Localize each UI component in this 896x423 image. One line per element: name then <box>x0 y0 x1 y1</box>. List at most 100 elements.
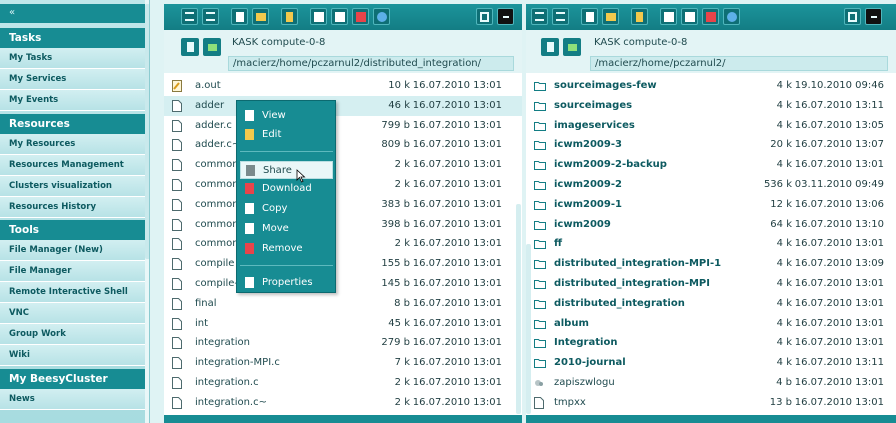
share-icon[interactable] <box>373 8 390 25</box>
context-copy-item[interactable]: Copy <box>240 200 333 218</box>
file-name[interactable]: distributed_integration <box>554 294 685 314</box>
sidebar-scrollbar[interactable] <box>145 0 149 423</box>
file-row[interactable]: album 4 k 16.07.2010 13:01 <box>526 314 896 334</box>
file-row[interactable]: integration.c~ 2 k 16.07.2010 13:01 <box>164 393 522 413</box>
file-row[interactable]: adder 46 k 16.07.2010 13:01 <box>164 95 522 116</box>
file-name[interactable]: Integration <box>554 333 617 353</box>
file-row[interactable]: final 8 b 16.07.2010 13:01 <box>164 294 522 314</box>
copy-icon[interactable] <box>660 8 677 25</box>
edit-file-icon[interactable] <box>252 8 269 25</box>
context-remove-item[interactable]: Remove <box>240 240 333 258</box>
section-tasks[interactable]: Tasks <box>0 28 146 48</box>
host-icon[interactable] <box>541 38 559 56</box>
sidebar-item-clusters-visualization[interactable]: Clusters visualization <box>0 176 146 197</box>
download-icon[interactable] <box>631 8 648 25</box>
file-name[interactable]: int <box>195 314 208 334</box>
sidebar-item-my-resources[interactable]: My Resources <box>0 134 146 155</box>
file-name[interactable]: zapiszwlogu <box>554 373 615 393</box>
file-name[interactable]: icwm2009-2 <box>554 175 622 195</box>
move-icon[interactable] <box>681 8 698 25</box>
file-name[interactable]: common <box>195 195 239 215</box>
file-row[interactable]: ff 4 k 16.07.2010 13:01 <box>526 234 896 254</box>
terminal-icon[interactable] <box>497 8 514 25</box>
file-name[interactable]: integration.c <box>195 373 259 393</box>
context-move-item[interactable]: Move <box>240 220 333 238</box>
file-row[interactable]: Integration 4 k 16.07.2010 13:01 <box>526 333 896 353</box>
file-name[interactable]: adder.c~ <box>195 135 240 155</box>
file-row[interactable]: adder.c 799 b 16.07.2010 13:01 <box>164 116 522 136</box>
file-row[interactable]: icwm2009-2 536 k 03.11.2010 09:49 <box>526 175 896 195</box>
collapse-sidebar-button[interactable]: « <box>0 4 146 23</box>
file-row[interactable]: compile 155 b 16.07.2010 13:01 <box>164 254 522 274</box>
file-name[interactable]: 2010-journal <box>554 353 626 373</box>
new-file-icon[interactable] <box>581 8 598 25</box>
sidebar-item-news[interactable]: News <box>0 389 146 410</box>
sidebar-item-group-work[interactable]: Group Work <box>0 324 146 345</box>
file-row[interactable]: tmpxx 13 b 16.07.2010 13:01 <box>526 393 896 413</box>
file-name[interactable]: a.out <box>195 76 221 96</box>
file-row[interactable]: common 383 b 16.07.2010 13:01 <box>164 195 522 215</box>
delete-icon[interactable] <box>352 8 369 25</box>
file-row[interactable]: icwm2009 64 k 16.07.2010 13:10 <box>526 215 896 235</box>
right-scrollbar[interactable] <box>526 244 531 414</box>
section-resources[interactable]: Resources <box>0 114 146 134</box>
sidebar-item-my-services[interactable]: My Services <box>0 69 146 90</box>
context-view-item[interactable]: View <box>240 107 333 125</box>
file-row[interactable]: zapiszwlogu 4 b 16.07.2010 13:01 <box>526 373 896 393</box>
file-name[interactable]: compile- <box>195 274 238 294</box>
file-name[interactable]: icwm2009-3 <box>554 135 622 155</box>
path-field[interactable]: /macierz/home/pczarnul2/distributed_inte… <box>228 56 514 71</box>
file-row[interactable]: sourceimages 4 k 16.07.2010 13:11 <box>526 96 896 116</box>
file-row[interactable]: integration-MPI.c 7 k 16.07.2010 13:01 <box>164 353 522 373</box>
file-name[interactable]: icwm2009 <box>554 215 611 235</box>
properties-view-icon[interactable] <box>844 8 861 25</box>
file-row[interactable]: sourceimages-few 4 k 19.10.2010 09:46 <box>526 76 896 96</box>
sidebar-item-file-manager[interactable]: File Manager <box>0 261 146 282</box>
file-name[interactable]: common <box>195 234 239 254</box>
move-icon[interactable] <box>331 8 348 25</box>
sidebar-item-resources-history[interactable]: Resources History <box>0 197 146 218</box>
file-row[interactable]: distributed_integration-MPI-1 4 k 16.07.20… <box>526 254 896 274</box>
file-row[interactable]: icwm2009-3 20 k 16.07.2010 13:07 <box>526 135 896 155</box>
sidebar-item-remote-interactive-shell[interactable]: Remote Interactive Shell <box>0 282 146 303</box>
left-scrollbar[interactable] <box>516 204 521 414</box>
properties-view-icon[interactable] <box>476 8 493 25</box>
file-name[interactable]: common <box>195 155 239 175</box>
file-name[interactable]: integration <box>195 333 250 353</box>
file-row[interactable]: adder.c~ 809 b 16.07.2010 13:01 <box>164 135 522 155</box>
file-name[interactable]: integration.c~ <box>195 393 267 413</box>
file-row[interactable]: integration.c 2 k 16.07.2010 13:01 <box>164 373 522 393</box>
sidebar-item-resources-management[interactable]: Resources Management <box>0 155 146 176</box>
file-row[interactable]: compile- 145 b 16.07.2010 13:01 <box>164 274 522 294</box>
file-row[interactable]: icwm2009-1 12 k 16.07.2010 13:06 <box>526 195 896 215</box>
file-name[interactable]: adder <box>195 96 224 116</box>
download-icon[interactable] <box>281 8 298 25</box>
host-icon[interactable] <box>181 38 199 56</box>
file-name[interactable]: imageservices <box>554 116 635 136</box>
file-row[interactable]: distributed_integration-MPI 4 k 16.07.2010… <box>526 274 896 294</box>
detail-view-icon[interactable] <box>202 8 219 25</box>
section-my-beesycluster[interactable]: My BeesyCluster <box>0 369 146 389</box>
file-name[interactable]: common <box>195 175 239 195</box>
delete-icon[interactable] <box>702 8 719 25</box>
file-name[interactable]: final <box>195 294 217 314</box>
copy-icon[interactable] <box>310 8 327 25</box>
new-file-icon[interactable] <box>231 8 248 25</box>
file-row[interactable]: icwm2009-2-backup 4 k 16.07.2010 13:01 <box>526 155 896 175</box>
terminal-icon[interactable] <box>865 8 882 25</box>
list-view-icon[interactable] <box>531 8 548 25</box>
file-row[interactable]: integration 279 b 16.07.2010 13:01 <box>164 333 522 353</box>
file-name[interactable]: sourceimages-few <box>554 76 657 96</box>
refresh-icon[interactable] <box>203 38 221 56</box>
file-name[interactable]: compile <box>195 254 234 274</box>
file-row[interactable]: int 45 k 16.07.2010 13:01 <box>164 314 522 334</box>
file-row[interactable]: common 398 b 16.07.2010 13:01 <box>164 215 522 235</box>
file-row[interactable]: a.out 10 k 16.07.2010 13:01 <box>164 76 522 96</box>
file-row[interactable]: common 2 k 16.07.2010 13:01 <box>164 175 522 195</box>
file-name[interactable]: icwm2009-2-backup <box>554 155 667 175</box>
file-row[interactable]: 2010-journal 4 k 16.07.2010 13:11 <box>526 353 896 373</box>
file-name[interactable]: distributed_integration-MPI <box>554 274 710 294</box>
context-properties-item[interactable]: Properties <box>240 274 333 292</box>
file-name[interactable]: sourceimages <box>554 96 632 116</box>
path-field[interactable]: /macierz/home/pczarnul2/ <box>590 56 888 71</box>
